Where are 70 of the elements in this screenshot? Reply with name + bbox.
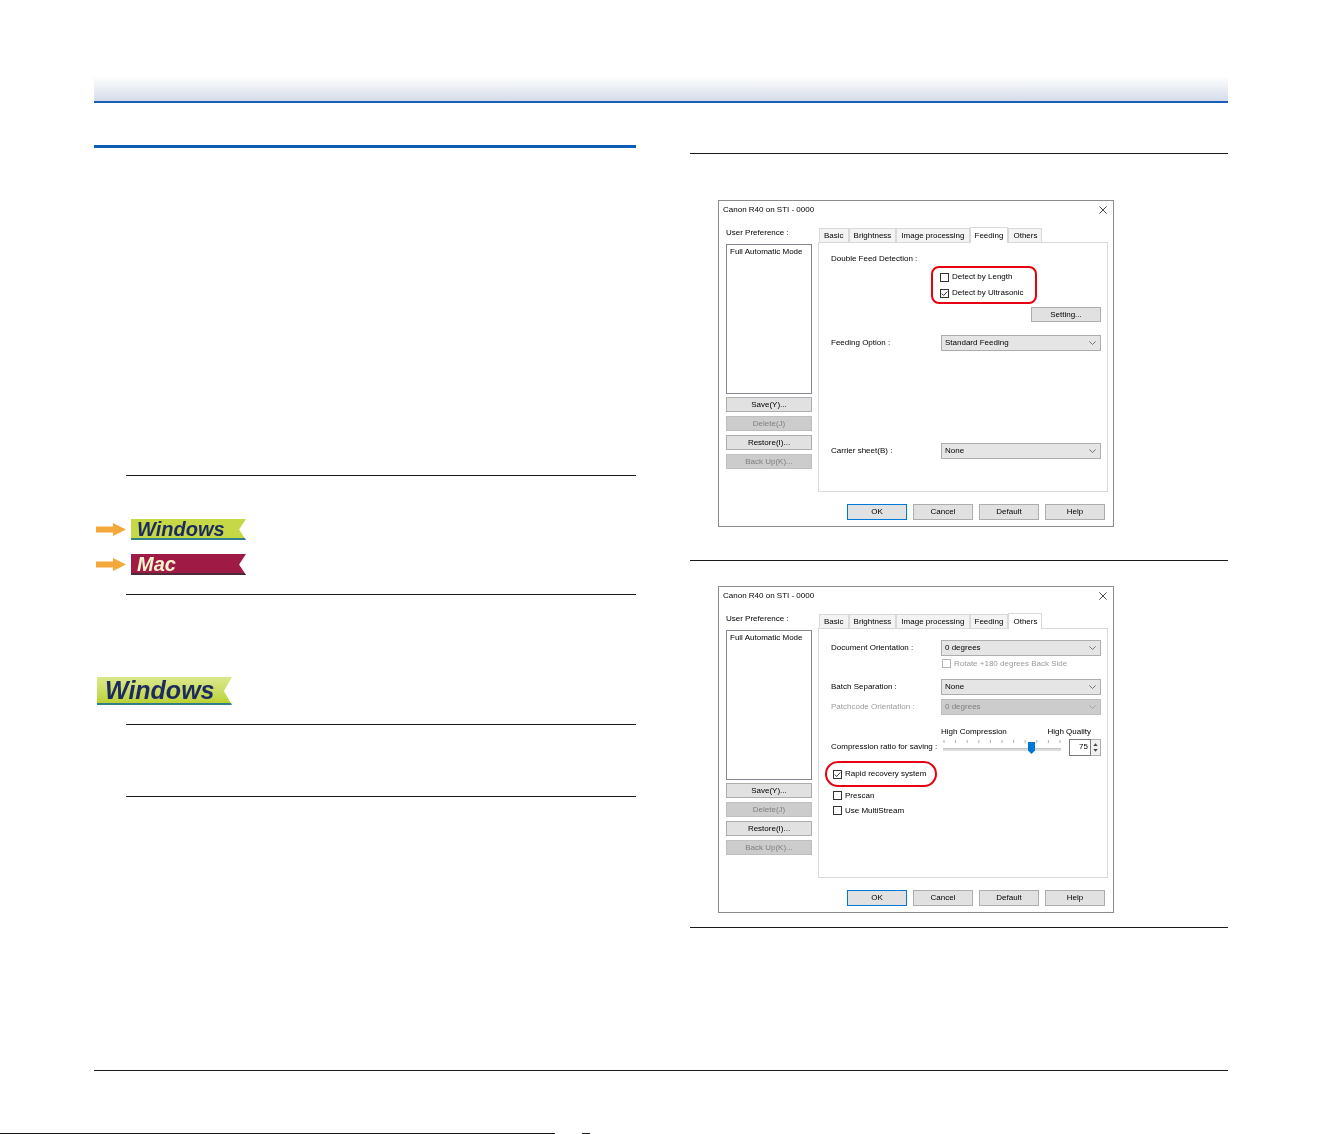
tab[interactable]: Basic [819, 614, 849, 628]
slider-track[interactable] [943, 740, 1061, 754]
tab[interactable]: Image processing [896, 228, 970, 242]
setting-button[interactable]: Setting... [1031, 307, 1101, 322]
platform-link[interactable]: Windows [131, 519, 246, 540]
field-label: Patchcode Orientation : [831, 702, 915, 711]
checkbox-label: Detect by Length [952, 273, 1013, 281]
close-icon[interactable] [1099, 206, 1107, 214]
field-label: Batch Separation : [831, 682, 897, 691]
list-item[interactable]: Full Automatic Mode [729, 633, 804, 643]
tab[interactable]: Feeding [969, 227, 1009, 243]
dropdown[interactable]: None [941, 443, 1101, 459]
checkbox[interactable] [833, 806, 842, 815]
action-button[interactable]: Save(Y)... [726, 397, 812, 412]
chevron-down-icon [1089, 646, 1096, 650]
dialog-button[interactable]: OK [847, 890, 907, 906]
dialog-button[interactable]: Cancel [913, 504, 973, 520]
action-button[interactable]: Restore(I)... [726, 821, 812, 836]
field-label: User Preference : [726, 615, 789, 623]
chevron-down-icon [1089, 341, 1096, 345]
section-label: Double Feed Detection : [831, 254, 918, 263]
chevron-down-icon [1089, 449, 1096, 453]
dialog-button[interactable]: OK [847, 504, 907, 520]
action-button[interactable]: Save(Y)... [726, 783, 812, 798]
window-title: Canon R40 on STI - 0000 [723, 592, 815, 600]
dropdown[interactable]: None [941, 679, 1101, 695]
close-icon[interactable] [1099, 592, 1107, 600]
window-title: Canon R40 on STI - 0000 [723, 206, 815, 214]
field-label: Compression ratio for saving : [831, 742, 938, 751]
checkbox[interactable] [833, 791, 842, 800]
chevron-down-icon [1089, 705, 1096, 709]
checkbox-label: Rotate +180 degrees Back Side [954, 659, 1068, 668]
tab[interactable]: Basic [819, 228, 849, 242]
platform-link[interactable]: Mac [131, 554, 246, 575]
tab[interactable]: Others [1008, 613, 1043, 629]
dropdown[interactable]: 0 degrees [941, 640, 1101, 656]
arrow-right-icon [96, 523, 126, 536]
tab[interactable]: Brightness [848, 228, 897, 242]
action-button[interactable]: Restore(I)... [726, 435, 812, 450]
dialog-button[interactable]: Default [979, 890, 1039, 906]
checkbox-label: Detect by Ultrasonic [952, 289, 1024, 297]
dialog-button[interactable]: Default [979, 504, 1039, 520]
tab[interactable]: Image processing [896, 614, 970, 628]
checkbox[interactable] [940, 288, 949, 298]
field-label: Document Orientation : [831, 643, 914, 652]
tab[interactable]: Brightness [848, 614, 897, 628]
checkbox-label: Rapid recovery system [845, 770, 927, 778]
checkbox-label: Use MultiStream [845, 806, 905, 815]
platform-tag: Windows [97, 677, 232, 705]
field-label: Carrier sheet(B) : [831, 446, 893, 455]
list-item[interactable]: Full Automatic Mode [729, 247, 804, 257]
checkbox[interactable] [833, 769, 842, 779]
dialog-button[interactable]: Cancel [913, 890, 973, 906]
checkbox-label: Prescan [845, 791, 875, 800]
tab[interactable]: Feeding [969, 614, 1009, 628]
scale-min-label: High Compression [941, 728, 1007, 736]
slider-thumb[interactable] [1028, 742, 1035, 754]
dialog-button[interactable]: Help [1045, 504, 1105, 520]
dialog-button[interactable]: Help [1045, 890, 1105, 906]
number-field[interactable]: 75 [1069, 738, 1091, 756]
checkbox[interactable] [940, 272, 949, 282]
field-label: User Preference : [726, 229, 789, 237]
arrow-right-icon [96, 558, 126, 571]
scale-max-label: High Quality [1047, 728, 1091, 736]
spin-button[interactable] [1091, 738, 1101, 756]
tab[interactable]: Others [1008, 228, 1043, 242]
chevron-down-icon [1089, 685, 1096, 689]
field-label: Feeding Option : [831, 338, 891, 347]
up-down-arrows-icon [1093, 741, 1098, 753]
dropdown[interactable]: Standard Feeding [941, 335, 1101, 351]
